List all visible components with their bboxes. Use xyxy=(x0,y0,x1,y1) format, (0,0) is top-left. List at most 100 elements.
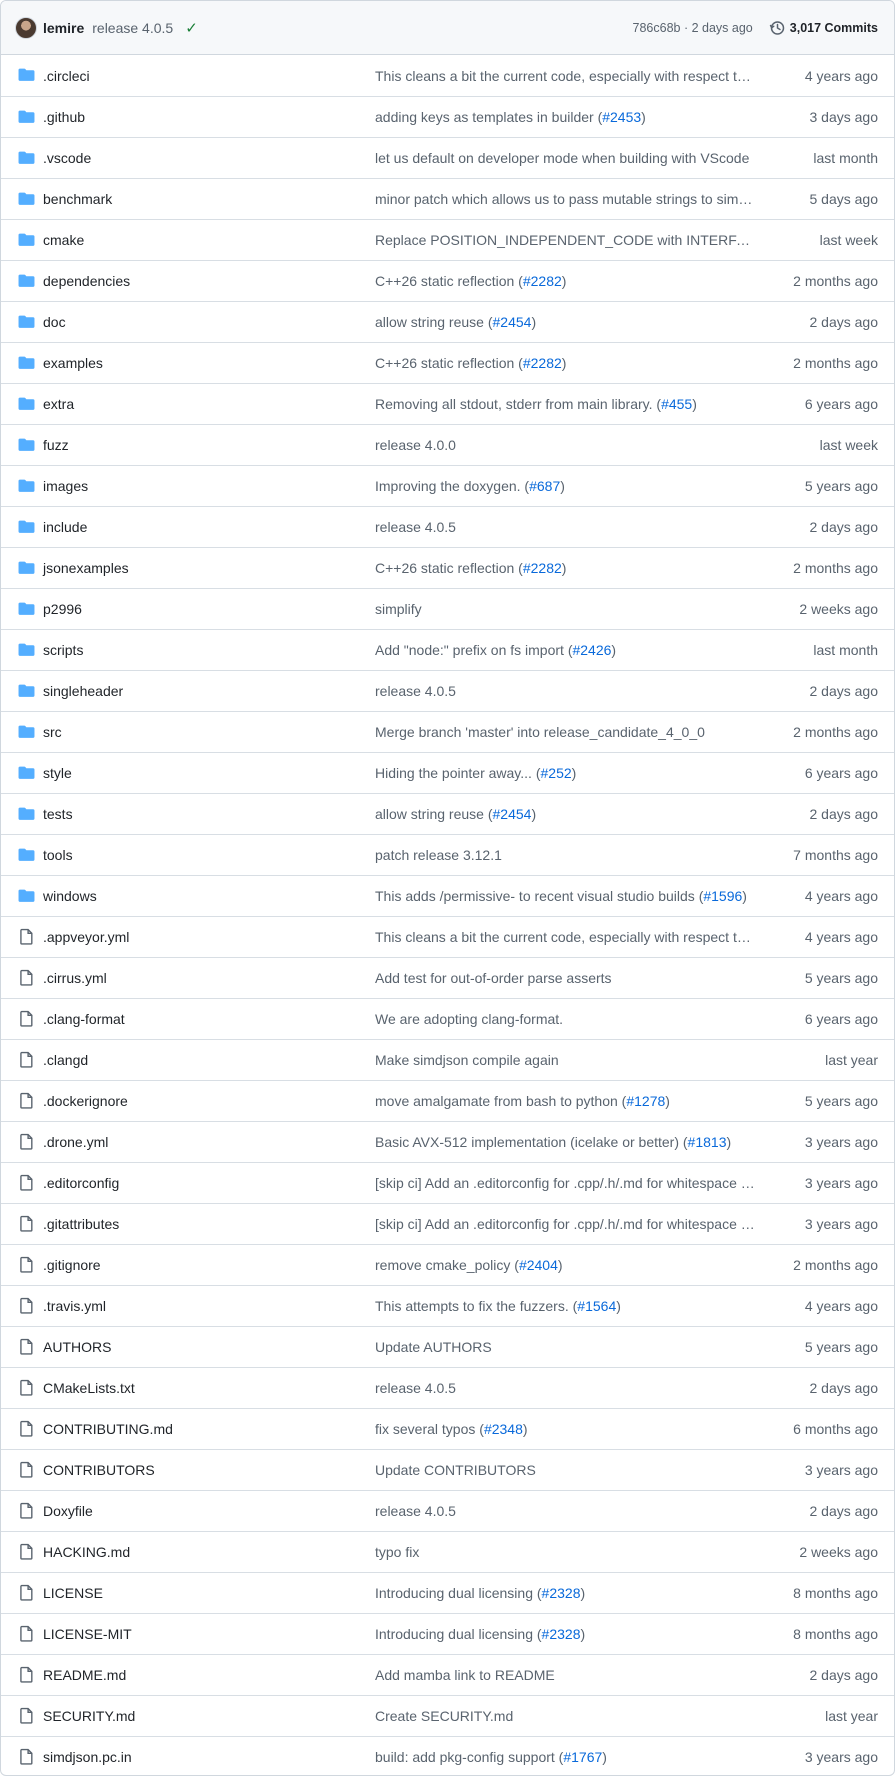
commit-message-link[interactable]: minor patch which allows us to pass muta… xyxy=(375,191,757,207)
pr-link[interactable]: #1564 xyxy=(577,1298,616,1314)
file-row[interactable]: images Improving the doxygen. (#687) 5 yea… xyxy=(1,465,894,506)
commit-age[interactable]: 5 years ago xyxy=(805,478,878,494)
file-row[interactable]: extra Removing all stdout, stderr from ma… xyxy=(1,383,894,424)
pr-link[interactable]: #2282 xyxy=(523,273,562,289)
commit-age[interactable]: 2 months ago xyxy=(793,560,878,576)
commit-message-link[interactable]: C++26 static reflection (#2282) xyxy=(375,560,757,576)
commit-message-link[interactable]: Replace POSITION_INDEPENDENT_CODE with I… xyxy=(375,232,757,248)
commit-message-link[interactable]: build: add pkg-config support (#1767) xyxy=(375,1749,757,1765)
commit-message-link[interactable]: let us default on developer mode when bu… xyxy=(375,150,757,166)
pr-link[interactable]: #2282 xyxy=(523,560,562,576)
file-row[interactable]: .circleci This cleans a bit the current c… xyxy=(1,55,894,96)
commit-age[interactable]: 2 days ago xyxy=(810,1503,879,1519)
file-name-dockerignore[interactable]: .dockerignore xyxy=(43,1093,128,1109)
commit-message-link[interactable]: Create SECURITY.md xyxy=(375,1708,757,1724)
pr-link[interactable]: #2328 xyxy=(542,1626,581,1642)
file-name-cmakelists-txt[interactable]: CMakeLists.txt xyxy=(43,1380,135,1396)
file-name-jsonexamples[interactable]: jsonexamples xyxy=(43,560,129,576)
file-name-license[interactable]: LICENSE xyxy=(43,1585,103,1601)
commit-age[interactable]: 6 months ago xyxy=(793,1421,878,1437)
commit-message-link[interactable]: Introducing dual licensing (#2328) xyxy=(375,1585,757,1601)
file-row[interactable]: README.md Add mamba link to README 2 days … xyxy=(1,1654,894,1695)
commit-message-link[interactable]: This cleans a bit the current code, espe… xyxy=(375,68,757,84)
file-name-clangd[interactable]: .clangd xyxy=(43,1052,88,1068)
commit-message-link[interactable]: Improving the doxygen. (#687) xyxy=(375,478,757,494)
file-row[interactable]: cmake Replace POSITION_INDEPENDENT_CODE w… xyxy=(1,219,894,260)
commit-age[interactable]: 8 months ago xyxy=(793,1585,878,1601)
file-name-tests[interactable]: tests xyxy=(43,806,73,822)
file-name-examples[interactable]: examples xyxy=(43,355,103,371)
file-name-tools[interactable]: tools xyxy=(43,847,73,863)
file-name-drone-yml[interactable]: .drone.yml xyxy=(43,1134,108,1150)
commit-age[interactable]: last month xyxy=(813,150,878,166)
commit-age[interactable]: last month xyxy=(813,642,878,658)
commit-age[interactable]: 2 days ago xyxy=(810,519,879,535)
commit-message-link[interactable]: We are adopting clang-format. xyxy=(375,1011,757,1027)
commit-message-link[interactable]: Add test for out-of-order parse asserts xyxy=(375,970,757,986)
pr-link[interactable]: #1767 xyxy=(563,1749,602,1765)
commit-message-link[interactable]: simplify xyxy=(375,601,757,617)
file-name-cmake[interactable]: cmake xyxy=(43,232,84,248)
commit-age[interactable]: 2 months ago xyxy=(793,355,878,371)
file-row[interactable]: windows This adds /permissive- to recent … xyxy=(1,875,894,916)
commit-message-link[interactable]: Add "node:" prefix on fs import (#2426) xyxy=(375,642,757,658)
file-name-contributors[interactable]: CONTRIBUTORS xyxy=(43,1462,155,1478)
commit-message-link[interactable]: Introducing dual licensing (#2328) xyxy=(375,1626,757,1642)
avatar[interactable] xyxy=(15,16,37,39)
file-row[interactable]: scripts Add "node:" prefix on fs import (… xyxy=(1,629,894,670)
commits-link[interactable]: 3,017 Commits xyxy=(769,20,878,36)
file-name-authors[interactable]: AUTHORS xyxy=(43,1339,111,1355)
file-row[interactable]: jsonexamples C++26 static reflection (#22… xyxy=(1,547,894,588)
commit-message-link[interactable]: patch release 3.12.1 xyxy=(375,847,757,863)
commit-message-link[interactable]: release 4.0.5 xyxy=(375,1503,757,1519)
pr-link[interactable]: #455 xyxy=(661,396,692,412)
file-row[interactable]: LICENSE Introducing dual licensing (#2328… xyxy=(1,1572,894,1613)
commit-message-link[interactable]: [skip ci] Add an .editorconfig for .cpp/… xyxy=(375,1175,757,1191)
commit-message-link[interactable]: release 4.0.5 xyxy=(375,519,757,535)
commit-message-link[interactable]: Hiding the pointer away... (#252) xyxy=(375,765,757,781)
commit-author[interactable]: lemire xyxy=(43,20,84,36)
file-name-doxyfile[interactable]: Doxyfile xyxy=(43,1503,93,1519)
commit-message-link[interactable]: fix several typos (#2348) xyxy=(375,1421,757,1437)
file-name-scripts[interactable]: scripts xyxy=(43,642,83,658)
file-row[interactable]: .clangd Make simdjson compile again last y… xyxy=(1,1039,894,1080)
commit-age[interactable]: last year xyxy=(825,1052,878,1068)
file-name-doc[interactable]: doc xyxy=(43,314,66,330)
commit-message-link[interactable]: [skip ci] Add an .editorconfig for .cpp/… xyxy=(375,1216,757,1232)
commit-message-link[interactable]: release 4.0.5 xyxy=(375,1380,757,1396)
file-name-windows[interactable]: windows xyxy=(43,888,97,904)
file-name-clang-format[interactable]: .clang-format xyxy=(43,1011,125,1027)
commit-age[interactable]: 2 days ago xyxy=(810,683,879,699)
pr-link[interactable]: #2454 xyxy=(493,806,532,822)
commit-message-link[interactable]: release 4.0.5 xyxy=(375,683,757,699)
commit-age[interactable]: 6 years ago xyxy=(805,396,878,412)
file-name-cirrus-yml[interactable]: .cirrus.yml xyxy=(43,970,107,986)
file-row[interactable]: .github adding keys as templates in build… xyxy=(1,96,894,137)
commit-message-link[interactable]: This adds /permissive- to recent visual … xyxy=(375,888,757,904)
file-row[interactable]: .gitattributes [skip ci] Add an .editorco… xyxy=(1,1203,894,1244)
file-row[interactable]: CMakeLists.txt release 4.0.5 2 days ago xyxy=(1,1367,894,1408)
commit-age[interactable]: 3 years ago xyxy=(805,1175,878,1191)
file-name-singleheader[interactable]: singleheader xyxy=(43,683,123,699)
commit-message-link[interactable]: remove cmake_policy (#2404) xyxy=(375,1257,757,1273)
file-name-appveyor-yml[interactable]: .appveyor.yml xyxy=(43,929,129,945)
file-name-dependencies[interactable]: dependencies xyxy=(43,273,130,289)
commit-age[interactable]: 7 months ago xyxy=(793,847,878,863)
commit-meta[interactable]: 786c68b · 2 days ago xyxy=(633,21,753,35)
commit-age[interactable]: 2 weeks ago xyxy=(799,601,878,617)
commit-age[interactable]: 2 days ago xyxy=(810,1667,879,1683)
file-row[interactable]: include release 4.0.5 2 days ago xyxy=(1,506,894,547)
file-name-src[interactable]: src xyxy=(43,724,62,740)
file-name-vscode[interactable]: .vscode xyxy=(43,150,91,166)
file-name-travis-yml[interactable]: .travis.yml xyxy=(43,1298,106,1314)
file-row[interactable]: benchmark minor patch which allows us to … xyxy=(1,178,894,219)
file-row[interactable]: SECURITY.md Create SECURITY.md last year xyxy=(1,1695,894,1736)
file-name-include[interactable]: include xyxy=(43,519,87,535)
file-name-editorconfig[interactable]: .editorconfig xyxy=(43,1175,119,1191)
file-name-gitattributes[interactable]: .gitattributes xyxy=(43,1216,119,1232)
file-name-extra[interactable]: extra xyxy=(43,396,74,412)
commit-age[interactable]: last week xyxy=(820,437,878,453)
file-row[interactable]: doc allow string reuse (#2454) 2 days ago xyxy=(1,301,894,342)
file-name-style[interactable]: style xyxy=(43,765,72,781)
file-name-readme-md[interactable]: README.md xyxy=(43,1667,126,1683)
